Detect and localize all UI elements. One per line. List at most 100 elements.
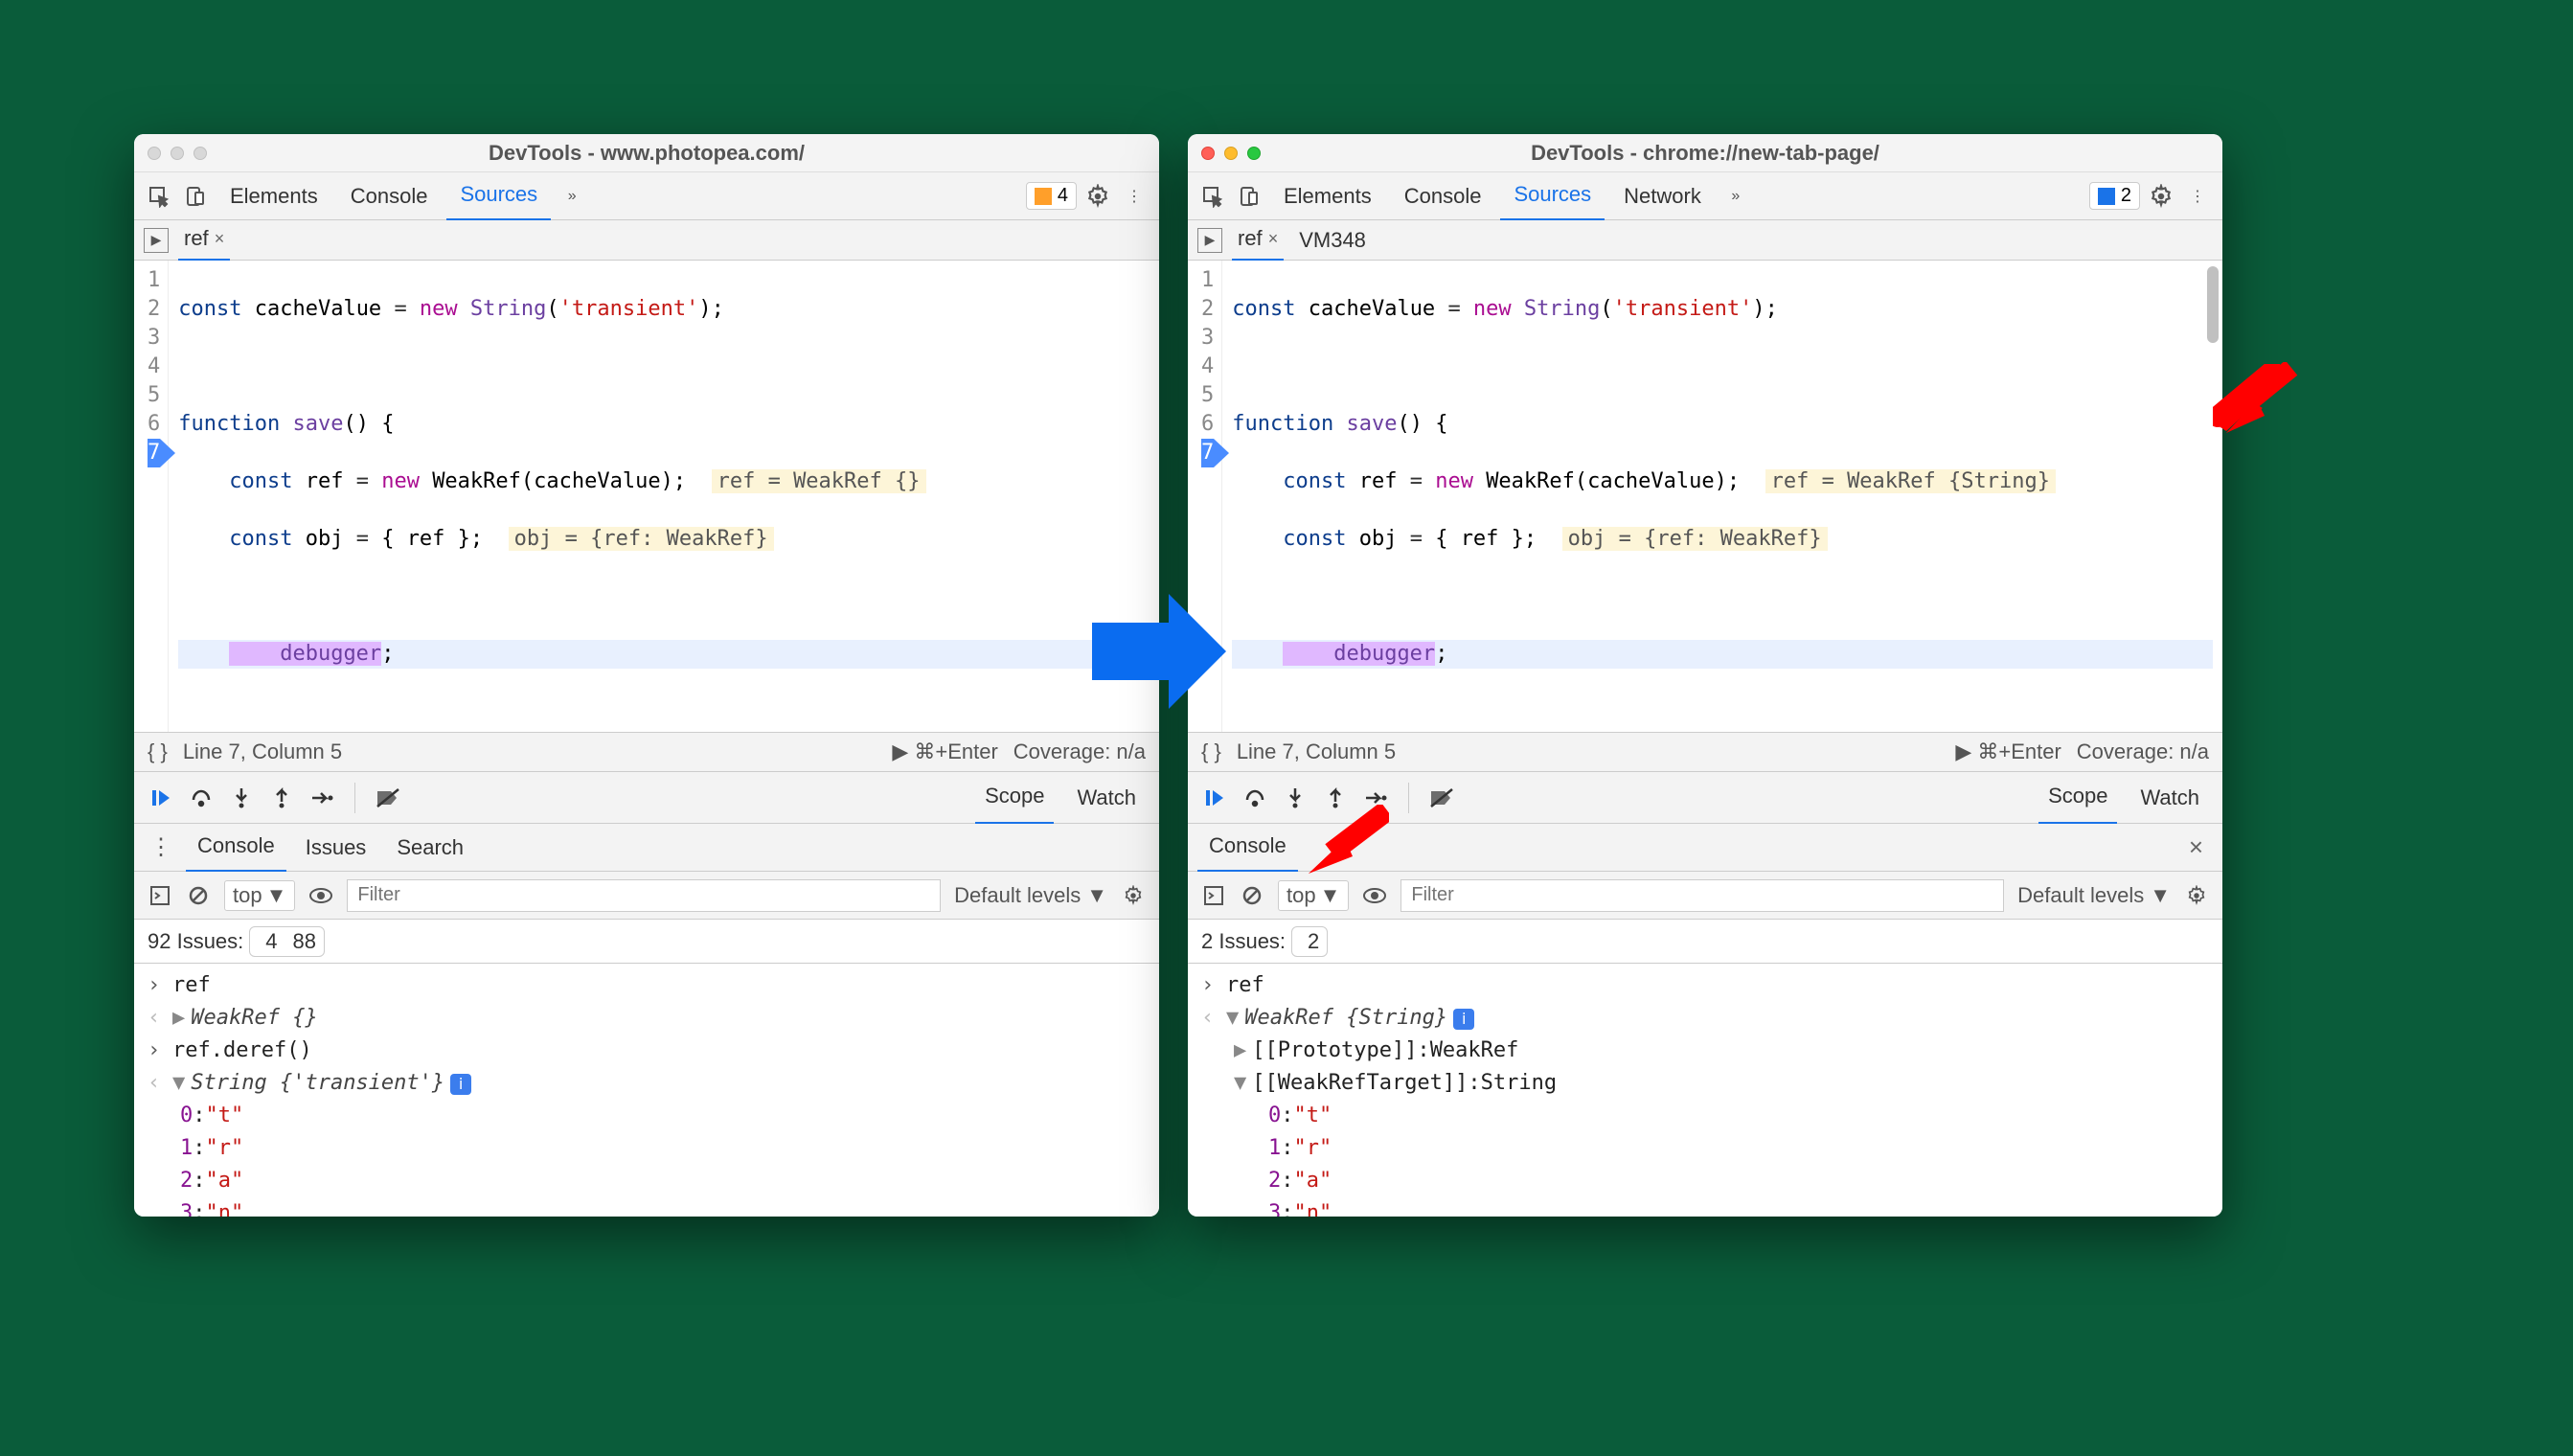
issues-counts[interactable]: 2 — [1291, 926, 1328, 957]
minimize-icon[interactable] — [1224, 147, 1238, 160]
tab-watch[interactable]: Watch — [1067, 772, 1146, 824]
object-property[interactable]: 1: "r" — [1188, 1132, 2222, 1165]
console-result[interactable]: WeakRef {} — [191, 1006, 317, 1030]
drawer-tab-console[interactable]: Console — [1197, 822, 1298, 873]
object-property[interactable]: 2: "a" — [134, 1165, 1159, 1197]
live-expression-icon[interactable] — [1362, 883, 1387, 908]
object-property[interactable]: 2: "a" — [1188, 1165, 2222, 1197]
drawer-tab-search[interactable]: Search — [385, 824, 475, 872]
more-tabs-icon[interactable]: » — [1720, 181, 1751, 212]
file-tab-ref[interactable]: ref× — [178, 218, 230, 262]
deactivate-breakpoints-icon[interactable] — [1428, 785, 1455, 811]
console-result[interactable]: String {'transient'} — [191, 1071, 444, 1095]
close-icon[interactable] — [148, 147, 161, 160]
issues-row[interactable]: 2 Issues: 2 — [1188, 920, 2222, 964]
run-shortcut[interactable]: ▶ ⌘+Enter — [892, 739, 997, 764]
braces-icon[interactable]: { } — [1201, 739, 1221, 764]
tab-elements[interactable]: Elements — [216, 172, 331, 220]
step-into-icon[interactable] — [228, 785, 255, 811]
code-editor[interactable]: 1234567 const cacheValue = new String('t… — [1188, 261, 2222, 732]
collapse-icon[interactable]: ▼ — [172, 1071, 185, 1095]
coverage-status[interactable]: Coverage: n/a — [2077, 739, 2209, 764]
tab-sources[interactable]: Sources — [1500, 171, 1605, 221]
close-drawer-icon[interactable]: × — [2179, 832, 2213, 862]
settings-icon[interactable] — [1082, 181, 1113, 212]
close-tab-icon[interactable]: × — [1268, 229, 1279, 249]
more-tabs-icon[interactable]: » — [557, 181, 587, 212]
tab-network[interactable]: Network — [1610, 172, 1715, 220]
console-output[interactable]: ›ref ‹▶WeakRef {} ›ref.deref() ‹▼String … — [134, 964, 1159, 1217]
zoom-icon[interactable] — [194, 147, 207, 160]
context-selector[interactable]: top▼ — [1278, 880, 1349, 911]
kebab-icon[interactable]: ⋮ — [2182, 181, 2213, 212]
run-shortcut[interactable]: ▶ ⌘+Enter — [1955, 739, 2061, 764]
device-icon[interactable] — [1234, 181, 1264, 212]
expand-icon[interactable]: ▶ — [172, 1006, 185, 1030]
kebab-icon[interactable]: ⋮ — [1119, 181, 1150, 212]
close-tab-icon[interactable]: × — [215, 229, 225, 249]
warnings-badge[interactable]: 4 — [1026, 182, 1077, 210]
line-gutter[interactable]: 1234567 — [134, 261, 169, 732]
resume-icon[interactable] — [1201, 785, 1228, 811]
clear-console-icon[interactable] — [186, 883, 211, 908]
console-settings-icon[interactable] — [2184, 883, 2209, 908]
tab-sources[interactable]: Sources — [446, 171, 551, 221]
close-icon[interactable] — [1201, 147, 1215, 160]
object-property[interactable]: 3: "n" — [134, 1197, 1159, 1217]
scrollbar-thumb[interactable] — [2207, 266, 2219, 343]
console-sidebar-icon[interactable] — [148, 883, 172, 908]
tab-console[interactable]: Console — [1391, 172, 1495, 220]
filter-input[interactable] — [1400, 879, 2004, 912]
issues-row[interactable]: 92 Issues: 4 88 — [134, 920, 1159, 964]
inspect-icon[interactable] — [144, 181, 174, 212]
run-snippet-icon[interactable]: ▶ — [144, 228, 169, 253]
object-property[interactable]: 0: "t" — [134, 1100, 1159, 1132]
inspect-icon[interactable] — [1197, 181, 1228, 212]
code-content[interactable]: const cacheValue = new String('transient… — [1222, 261, 2222, 732]
file-tab-vm[interactable]: VM348 — [1293, 220, 1372, 261]
object-property[interactable]: ▶[[Prototype]]: WeakRef — [1188, 1035, 2222, 1067]
tab-scope[interactable]: Scope — [975, 770, 1054, 825]
log-levels-selector[interactable]: Default levels▼ — [2017, 883, 2171, 908]
console-settings-icon[interactable] — [1121, 883, 1146, 908]
drawer-menu-icon[interactable]: ⋮ — [144, 833, 178, 861]
tab-scope[interactable]: Scope — [2038, 770, 2117, 825]
minimize-icon[interactable] — [171, 147, 184, 160]
braces-icon[interactable]: { } — [148, 739, 168, 764]
issues-counts[interactable]: 4 88 — [249, 926, 325, 957]
file-tab-ref[interactable]: ref× — [1232, 218, 1284, 262]
log-levels-selector[interactable]: Default levels▼ — [954, 883, 1107, 908]
filter-input[interactable] — [347, 879, 941, 912]
run-snippet-icon[interactable]: ▶ — [1197, 228, 1222, 253]
collapse-icon[interactable]: ▼ — [1226, 1006, 1239, 1030]
code-content[interactable]: const cacheValue = new String('transient… — [169, 261, 1159, 732]
object-property[interactable]: 1: "r" — [134, 1132, 1159, 1165]
info-badge-icon[interactable]: i — [450, 1074, 471, 1095]
drawer-tab-issues[interactable]: Issues — [294, 824, 378, 872]
console-output[interactable]: ›ref ‹▼WeakRef {String}i ▶[[Prototype]]:… — [1188, 964, 2222, 1217]
step-icon[interactable] — [308, 785, 335, 811]
device-icon[interactable] — [180, 181, 211, 212]
live-expression-icon[interactable] — [308, 883, 333, 908]
step-over-icon[interactable] — [188, 785, 215, 811]
tab-console[interactable]: Console — [337, 172, 442, 220]
tab-watch[interactable]: Watch — [2130, 772, 2209, 824]
object-property[interactable]: 0: "t" — [1188, 1100, 2222, 1132]
collapse-icon[interactable]: ▼ — [1234, 1067, 1246, 1100]
expand-icon[interactable]: ▶ — [1234, 1035, 1246, 1067]
console-sidebar-icon[interactable] — [1201, 883, 1226, 908]
info-badge[interactable]: 2 — [2089, 182, 2140, 210]
context-selector[interactable]: top▼ — [224, 880, 295, 911]
window-controls[interactable] — [1201, 147, 1261, 160]
settings-icon[interactable] — [2146, 181, 2176, 212]
info-badge-icon[interactable]: i — [1453, 1009, 1474, 1030]
drawer-tab-console[interactable]: Console — [186, 822, 286, 873]
resume-icon[interactable] — [148, 785, 174, 811]
code-editor[interactable]: 1234567 const cacheValue = new String('t… — [134, 261, 1159, 732]
step-over-icon[interactable] — [1241, 785, 1268, 811]
object-property[interactable]: ▼[[WeakRefTarget]]: String — [1188, 1067, 2222, 1100]
step-out-icon[interactable] — [268, 785, 295, 811]
deactivate-breakpoints-icon[interactable] — [375, 785, 401, 811]
zoom-icon[interactable] — [1247, 147, 1261, 160]
coverage-status[interactable]: Coverage: n/a — [1013, 739, 1146, 764]
